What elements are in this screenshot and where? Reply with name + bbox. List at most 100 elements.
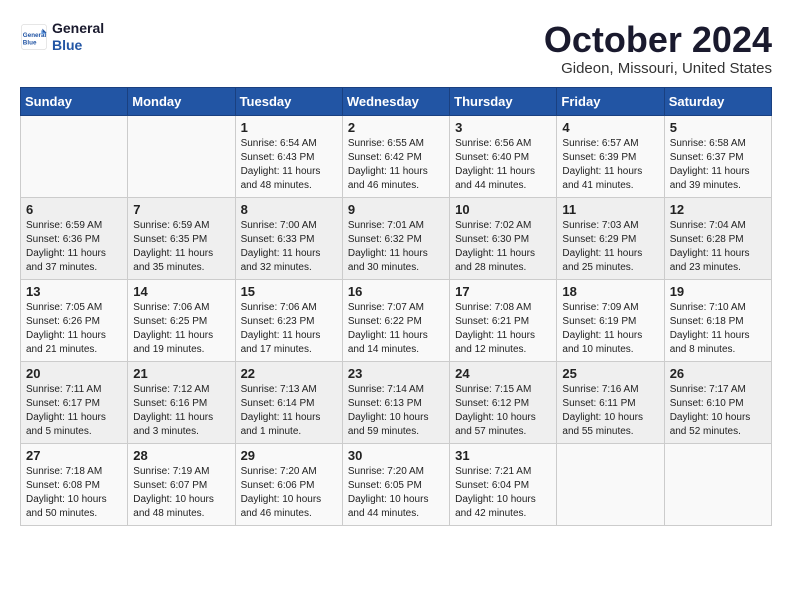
calendar-cell: 19 Sunrise: 7:10 AM Sunset: 6:18 PM Dayli… bbox=[664, 279, 771, 361]
calendar-cell bbox=[664, 443, 771, 525]
day-number: 9 bbox=[348, 202, 444, 217]
cell-content: Sunrise: 7:10 AM Sunset: 6:18 PM Dayligh… bbox=[670, 301, 766, 357]
day-number: 6 bbox=[26, 202, 122, 217]
calendar-cell: 9 Sunrise: 7:01 AM Sunset: 6:32 PM Daylig… bbox=[342, 197, 449, 279]
svg-text:Blue: Blue bbox=[23, 39, 37, 46]
calendar-cell: 30Sunrise: 7:20 AM Sunset: 6:05 PM Dayli… bbox=[342, 443, 449, 525]
cell-content: Sunrise: 6:59 AM Sunset: 6:36 PM Dayligh… bbox=[26, 219, 122, 275]
cell-content: Sunrise: 7:07 AM Sunset: 6:22 PM Dayligh… bbox=[348, 301, 444, 357]
cell-content: Sunrise: 7:06 AM Sunset: 6:25 PM Dayligh… bbox=[133, 301, 229, 357]
calendar-cell: 23 Sunrise: 7:14 AM Sunset: 6:13 PM Dayli… bbox=[342, 361, 449, 443]
calendar-cell bbox=[21, 115, 128, 197]
day-number: 18 bbox=[562, 284, 658, 299]
day-number: 19 bbox=[670, 284, 766, 299]
day-number: 28 bbox=[133, 448, 229, 463]
calendar-cell: 27 Sunrise: 7:18 AM Sunset: 6:08 PM Dayli… bbox=[21, 443, 128, 525]
cell-content: Sunrise: 7:16 AM Sunset: 6:11 PM Dayligh… bbox=[562, 383, 658, 439]
day-number: 11 bbox=[562, 202, 658, 217]
calendar-body: 1Sunrise: 6:54 AM Sunset: 6:43 PM Daylig… bbox=[21, 115, 772, 525]
day-number: 7 bbox=[133, 202, 229, 217]
month-title: October 2024 bbox=[544, 20, 772, 60]
day-number: 10 bbox=[455, 202, 551, 217]
cell-content: Sunrise: 7:14 AM Sunset: 6:13 PM Dayligh… bbox=[348, 383, 444, 439]
day-number: 5 bbox=[670, 120, 766, 135]
cell-content: Sunrise: 7:19 AM Sunset: 6:07 PM Dayligh… bbox=[133, 465, 229, 521]
cell-content: Sunrise: 7:11 AM Sunset: 6:17 PM Dayligh… bbox=[26, 383, 122, 439]
day-number: 13 bbox=[26, 284, 122, 299]
day-number: 31 bbox=[455, 448, 551, 463]
calendar-cell bbox=[128, 115, 235, 197]
calendar-cell: 28 Sunrise: 7:19 AM Sunset: 6:07 PM Dayli… bbox=[128, 443, 235, 525]
cell-content: Sunrise: 6:59 AM Sunset: 6:35 PM Dayligh… bbox=[133, 219, 229, 275]
calendar-cell: 29 Sunrise: 7:20 AM Sunset: 6:06 PM Dayli… bbox=[235, 443, 342, 525]
day-number: 8 bbox=[241, 202, 337, 217]
day-number: 21 bbox=[133, 366, 229, 381]
logo: General Blue General Blue bbox=[20, 20, 104, 54]
calendar-cell: 11 Sunrise: 7:03 AM Sunset: 6:29 PM Dayli… bbox=[557, 197, 664, 279]
calendar-cell: 6 Sunrise: 6:59 AM Sunset: 6:36 PM Daylig… bbox=[21, 197, 128, 279]
calendar-cell: 17Sunrise: 7:08 AM Sunset: 6:21 PM Dayli… bbox=[450, 279, 557, 361]
cell-content: Sunrise: 7:09 AM Sunset: 6:19 PM Dayligh… bbox=[562, 301, 658, 357]
week-row-3: 13 Sunrise: 7:05 AM Sunset: 6:26 PM Dayli… bbox=[21, 279, 772, 361]
day-number: 30 bbox=[348, 448, 444, 463]
page-header: General Blue General Blue October 2024 G… bbox=[20, 20, 772, 77]
calendar-cell: 24Sunrise: 7:15 AM Sunset: 6:12 PM Dayli… bbox=[450, 361, 557, 443]
calendar-cell: 18 Sunrise: 7:09 AM Sunset: 6:19 PM Dayli… bbox=[557, 279, 664, 361]
calendar-cell: 10 Sunrise: 7:02 AM Sunset: 6:30 PM Dayli… bbox=[450, 197, 557, 279]
cell-content: Sunrise: 7:17 AM Sunset: 6:10 PM Dayligh… bbox=[670, 383, 766, 439]
day-number: 27 bbox=[26, 448, 122, 463]
day-number: 17 bbox=[455, 284, 551, 299]
calendar-cell: 3Sunrise: 6:56 AM Sunset: 6:40 PM Daylig… bbox=[450, 115, 557, 197]
calendar-cell: 12 Sunrise: 7:04 AM Sunset: 6:28 PM Dayli… bbox=[664, 197, 771, 279]
header-monday: Monday bbox=[128, 87, 235, 115]
day-number: 12 bbox=[670, 202, 766, 217]
calendar-cell: 14 Sunrise: 7:06 AM Sunset: 6:25 PM Dayli… bbox=[128, 279, 235, 361]
calendar-cell: 8Sunrise: 7:00 AM Sunset: 6:33 PM Daylig… bbox=[235, 197, 342, 279]
header-tuesday: Tuesday bbox=[235, 87, 342, 115]
day-number: 15 bbox=[241, 284, 337, 299]
calendar-cell: 13 Sunrise: 7:05 AM Sunset: 6:26 PM Dayli… bbox=[21, 279, 128, 361]
cell-content: Sunrise: 7:20 AM Sunset: 6:06 PM Dayligh… bbox=[241, 465, 337, 521]
cell-content: Sunrise: 7:21 AM Sunset: 6:04 PM Dayligh… bbox=[455, 465, 551, 521]
header-sunday: Sunday bbox=[21, 87, 128, 115]
day-number: 22 bbox=[241, 366, 337, 381]
calendar-cell: 21Sunrise: 7:12 AM Sunset: 6:16 PM Dayli… bbox=[128, 361, 235, 443]
day-number: 23 bbox=[348, 366, 444, 381]
calendar-cell: 31 Sunrise: 7:21 AM Sunset: 6:04 PM Dayli… bbox=[450, 443, 557, 525]
cell-content: Sunrise: 7:15 AM Sunset: 6:12 PM Dayligh… bbox=[455, 383, 551, 439]
calendar-cell: 26Sunrise: 7:17 AM Sunset: 6:10 PM Dayli… bbox=[664, 361, 771, 443]
header-thursday: Thursday bbox=[450, 87, 557, 115]
calendar-cell: 15Sunrise: 7:06 AM Sunset: 6:23 PM Dayli… bbox=[235, 279, 342, 361]
header-saturday: Saturday bbox=[664, 87, 771, 115]
cell-content: Sunrise: 6:55 AM Sunset: 6:42 PM Dayligh… bbox=[348, 137, 444, 193]
calendar-header-row: SundayMondayTuesdayWednesdayThursdayFrid… bbox=[21, 87, 772, 115]
day-number: 16 bbox=[348, 284, 444, 299]
cell-content: Sunrise: 7:03 AM Sunset: 6:29 PM Dayligh… bbox=[562, 219, 658, 275]
cell-content: Sunrise: 7:04 AM Sunset: 6:28 PM Dayligh… bbox=[670, 219, 766, 275]
cell-content: Sunrise: 7:01 AM Sunset: 6:32 PM Dayligh… bbox=[348, 219, 444, 275]
calendar-cell: 4Sunrise: 6:57 AM Sunset: 6:39 PM Daylig… bbox=[557, 115, 664, 197]
logo-text: General Blue bbox=[52, 20, 104, 54]
day-number: 2 bbox=[348, 120, 444, 135]
calendar-cell: 16 Sunrise: 7:07 AM Sunset: 6:22 PM Dayli… bbox=[342, 279, 449, 361]
week-row-4: 20Sunrise: 7:11 AM Sunset: 6:17 PM Dayli… bbox=[21, 361, 772, 443]
cell-content: Sunrise: 7:05 AM Sunset: 6:26 PM Dayligh… bbox=[26, 301, 122, 357]
calendar-cell: 7 Sunrise: 6:59 AM Sunset: 6:35 PM Daylig… bbox=[128, 197, 235, 279]
calendar-cell: 1Sunrise: 6:54 AM Sunset: 6:43 PM Daylig… bbox=[235, 115, 342, 197]
day-number: 25 bbox=[562, 366, 658, 381]
header-friday: Friday bbox=[557, 87, 664, 115]
day-number: 29 bbox=[241, 448, 337, 463]
day-number: 1 bbox=[241, 120, 337, 135]
cell-content: Sunrise: 7:02 AM Sunset: 6:30 PM Dayligh… bbox=[455, 219, 551, 275]
day-number: 14 bbox=[133, 284, 229, 299]
calendar-cell bbox=[557, 443, 664, 525]
title-block: October 2024 Gideon, Missouri, United St… bbox=[544, 20, 772, 77]
calendar-cell: 25 Sunrise: 7:16 AM Sunset: 6:11 PM Dayli… bbox=[557, 361, 664, 443]
location: Gideon, Missouri, United States bbox=[544, 60, 772, 77]
cell-content: Sunrise: 6:57 AM Sunset: 6:39 PM Dayligh… bbox=[562, 137, 658, 193]
header-wednesday: Wednesday bbox=[342, 87, 449, 115]
logo-icon: General Blue bbox=[20, 23, 48, 51]
cell-content: Sunrise: 7:18 AM Sunset: 6:08 PM Dayligh… bbox=[26, 465, 122, 521]
cell-content: Sunrise: 6:56 AM Sunset: 6:40 PM Dayligh… bbox=[455, 137, 551, 193]
calendar-table: SundayMondayTuesdayWednesdayThursdayFrid… bbox=[20, 87, 772, 526]
